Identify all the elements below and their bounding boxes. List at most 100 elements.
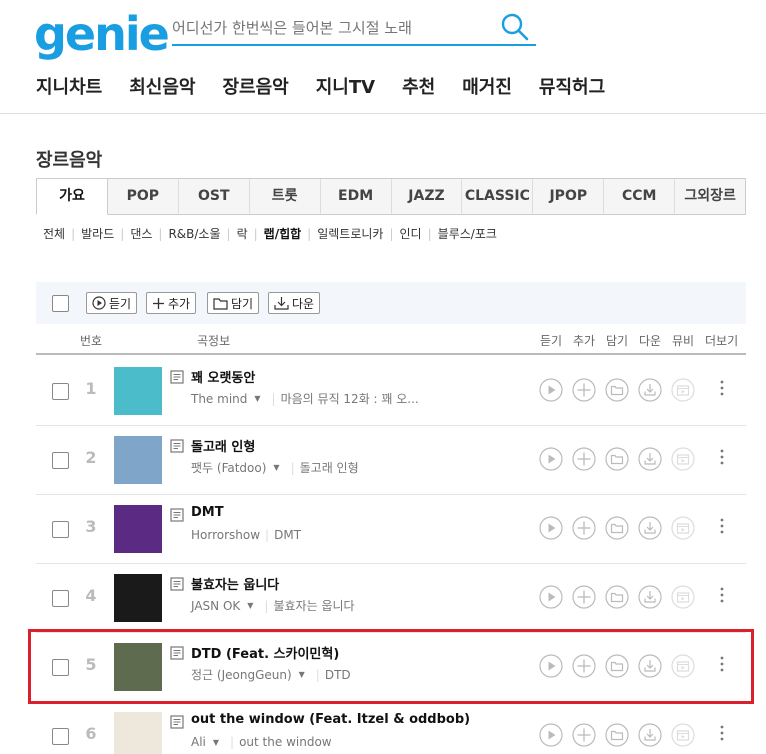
subgenre-all[interactable]: 전체 (43, 226, 65, 242)
album-name[interactable]: 불효자는 웁니다 (273, 597, 354, 614)
subgenre-filter: 전체 | 발라드 | 댄스 | R&B/소울 | 락 | 랩/힙합 | 일렉트로니카 | 인디… (43, 226, 497, 242)
nav-genie-tv[interactable]: 지니TV (316, 74, 375, 102)
header-song-info: 곡정보 (197, 334, 231, 348)
tab-kpop[interactable]: 가요 (36, 179, 108, 215)
save-folder-icon[interactable] (605, 516, 629, 540)
select-all-checkbox[interactable] (52, 295, 69, 312)
add-icon[interactable] (572, 723, 596, 747)
subgenre-dance[interactable]: 댄스 (130, 226, 152, 242)
play-selected-button[interactable]: 듣기 (86, 292, 138, 314)
add-icon[interactable] (572, 378, 596, 402)
tab-ost[interactable]: OST (178, 179, 250, 215)
lyrics-icon[interactable] (170, 439, 184, 453)
tab-ccm[interactable]: CCM (604, 179, 676, 215)
table-row: 2 돌고래 인형 팻두 (Fatdoo) ▼ | 돌고래 인형 (36, 426, 746, 495)
album-name[interactable]: DMT (274, 528, 301, 542)
album-cover[interactable] (114, 505, 162, 553)
lyrics-icon[interactable] (170, 715, 184, 729)
subgenre-rock[interactable]: 락 (237, 226, 248, 242)
save-folder-icon[interactable] (605, 447, 629, 471)
row-checkbox[interactable] (52, 728, 69, 745)
lyrics-icon[interactable] (170, 508, 184, 522)
row-actions (539, 516, 704, 540)
more-options-icon[interactable] (719, 585, 725, 605)
save-folder-icon[interactable] (605, 723, 629, 747)
song-title[interactable]: DMT (191, 505, 224, 520)
row-checkbox[interactable] (52, 452, 69, 469)
album-name[interactable]: 돌고래 인형 (300, 459, 359, 476)
selected-row-highlight (28, 629, 754, 704)
album-cover[interactable] (114, 367, 162, 415)
tab-pop[interactable]: POP (107, 179, 179, 215)
play-icon[interactable] (539, 585, 563, 609)
artist-name[interactable]: JASN OK (191, 599, 240, 613)
album-name[interactable]: out the window (239, 735, 332, 749)
save-selected-button[interactable]: 담기 (207, 292, 260, 314)
genie-logo[interactable]: genie (34, 6, 170, 62)
more-options-icon[interactable] (719, 447, 725, 467)
add-selected-button[interactable]: 추가 (146, 292, 197, 314)
more-options-icon[interactable] (719, 378, 725, 398)
artist-dropdown-icon[interactable]: ▼ (247, 601, 253, 610)
add-icon[interactable] (572, 516, 596, 540)
subgenre-electronica[interactable]: 일렉트로니카 (317, 226, 383, 242)
artist-dropdown-icon[interactable]: ▼ (254, 394, 260, 403)
album-name[interactable]: 마음의 뮤직 12화 : 꽤 오... (281, 390, 419, 407)
artist-dropdown-icon[interactable]: ▼ (213, 738, 219, 747)
song-title[interactable]: out the window (Feat. Itzel & oddbob) (191, 712, 470, 727)
artist-dropdown-icon[interactable]: ▼ (273, 463, 279, 472)
download-icon[interactable] (638, 447, 662, 471)
download-icon[interactable] (638, 723, 662, 747)
song-title[interactable]: 꽤 오랫동안 (191, 367, 255, 386)
search-icon[interactable] (500, 12, 530, 42)
nav-magazine[interactable]: 매거진 (462, 74, 512, 102)
album-cover[interactable] (114, 436, 162, 484)
download-icon[interactable] (638, 585, 662, 609)
header-number: 번호 (80, 334, 103, 348)
save-folder-icon[interactable] (605, 378, 629, 402)
nav-genre-music[interactable]: 장르음악 (223, 74, 289, 102)
nav-genie-chart[interactable]: 지니차트 (36, 74, 102, 102)
subgenre-indie[interactable]: 인디 (400, 226, 422, 242)
artist-name[interactable]: The mind (191, 392, 247, 406)
nav-recommend[interactable]: 추천 (402, 74, 435, 102)
search-input[interactable] (172, 14, 492, 42)
song-title[interactable]: 불효자는 웁니다 (191, 574, 279, 593)
lyrics-icon[interactable] (170, 577, 184, 591)
tab-jpop[interactable]: JPOP (533, 179, 605, 215)
nav-music-hug[interactable]: 뮤직허그 (539, 74, 605, 102)
play-icon[interactable] (539, 723, 563, 747)
artist-name[interactable]: Horrorshow (191, 528, 260, 542)
tab-other-genres[interactable]: 그외장르 (675, 179, 747, 215)
subgenre-rnb-soul[interactable]: R&B/소울 (168, 226, 220, 242)
tab-edm[interactable]: EDM (320, 179, 392, 215)
more-options-icon[interactable] (719, 723, 725, 743)
subgenre-ballad[interactable]: 발라드 (81, 226, 114, 242)
album-cover[interactable] (114, 712, 162, 754)
artist-name[interactable]: 팻두 (Fatdoo) (191, 459, 266, 476)
genre-tabs: 가요 POP OST 트롯 EDM JAZZ CLASSIC JPOP CCM … (36, 178, 747, 215)
artist-name[interactable]: Ali (191, 735, 206, 749)
tab-trot[interactable]: 트롯 (249, 179, 321, 215)
row-checkbox[interactable] (52, 383, 69, 400)
lyrics-icon[interactable] (170, 370, 184, 384)
add-icon[interactable] (572, 585, 596, 609)
more-options-icon[interactable] (719, 516, 725, 536)
play-icon[interactable] (539, 447, 563, 471)
add-icon[interactable] (572, 447, 596, 471)
play-icon[interactable] (539, 378, 563, 402)
download-selected-button[interactable]: 다운 (268, 292, 321, 314)
download-icon[interactable] (638, 516, 662, 540)
row-checkbox[interactable] (52, 590, 69, 607)
subgenre-blues-folk[interactable]: 블루스/포크 (438, 226, 497, 242)
subgenre-rap-hiphop[interactable]: 랩/힙합 (264, 226, 302, 242)
download-icon[interactable] (638, 378, 662, 402)
song-title[interactable]: 돌고래 인형 (191, 436, 255, 455)
album-cover[interactable] (114, 574, 162, 622)
tab-classic[interactable]: CLASSIC (462, 179, 534, 215)
row-checkbox[interactable] (52, 521, 69, 538)
play-icon[interactable] (539, 516, 563, 540)
save-folder-icon[interactable] (605, 585, 629, 609)
nav-latest-music[interactable]: 최신음악 (129, 74, 195, 102)
tab-jazz[interactable]: JAZZ (391, 179, 463, 215)
